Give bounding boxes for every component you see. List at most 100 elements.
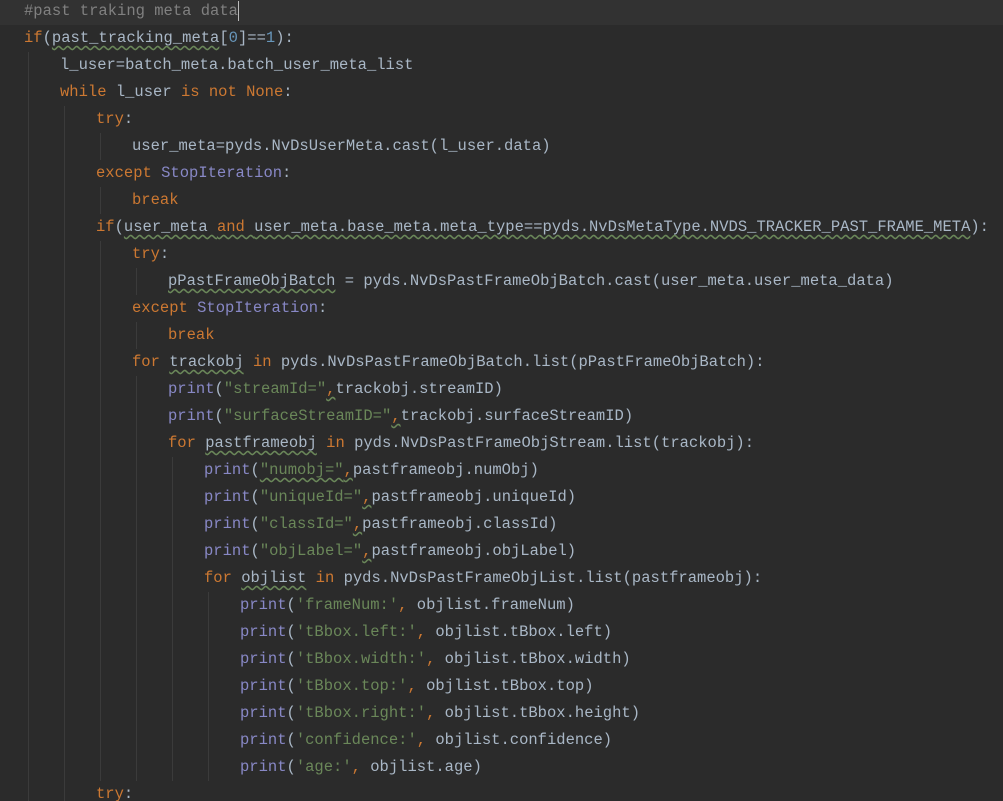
indent-guide xyxy=(208,592,209,619)
indent-guide xyxy=(172,484,173,511)
indent-guide xyxy=(100,322,101,349)
code-token: try xyxy=(132,245,160,263)
indent-guide xyxy=(28,187,29,214)
code-token: ( xyxy=(214,407,224,425)
code-line[interactable]: print('tBbox.top:', objlist.tBbox.top) xyxy=(0,673,1003,700)
code-line[interactable]: print('frameNum:', objlist.frameNum) xyxy=(0,592,1003,619)
indent-guide xyxy=(100,484,101,511)
indent-guide xyxy=(208,673,209,700)
code-token: objlist.tBbox.top) xyxy=(426,677,594,695)
code-line[interactable]: print('tBbox.left:', objlist.tBbox.left) xyxy=(0,619,1003,646)
code-token: ( xyxy=(286,650,296,668)
code-line[interactable]: print('tBbox.right:', objlist.tBbox.heig… xyxy=(0,700,1003,727)
indent-guide xyxy=(64,781,65,801)
code-token: try xyxy=(96,785,124,801)
code-token: except xyxy=(132,299,198,317)
indent-guide xyxy=(172,592,173,619)
indent-guide xyxy=(100,565,101,592)
code-text: except StopIteration: xyxy=(132,295,327,322)
code-token: , xyxy=(416,623,436,641)
code-line[interactable]: try: xyxy=(0,106,1003,133)
code-token: in xyxy=(316,434,355,452)
indent-guide xyxy=(64,241,65,268)
indent-guide xyxy=(136,484,137,511)
code-line[interactable]: l_user=batch_meta.batch_user_meta_list xyxy=(0,52,1003,79)
code-line[interactable]: except StopIteration: xyxy=(0,295,1003,322)
code-line[interactable]: try: xyxy=(0,781,1003,801)
indent-guide xyxy=(28,349,29,376)
code-line[interactable]: for trackobj in pyds.NvDsPastFrameObjBat… xyxy=(0,349,1003,376)
code-token: ( xyxy=(250,542,260,560)
code-text: print("classId=",pastframeobj.classId) xyxy=(204,511,558,538)
code-token: pyds.NvDsPastFrameObjBatch.list(pPastFra… xyxy=(280,353,765,371)
code-token: ): xyxy=(275,29,294,47)
code-line[interactable]: print("surfaceStreamID=",trackobj.surfac… xyxy=(0,403,1003,430)
indent-guide xyxy=(64,214,65,241)
indent-guide xyxy=(28,646,29,673)
code-line[interactable]: pPastFrameObjBatch = pyds.NvDsPastFrameO… xyxy=(0,268,1003,295)
indent-guide xyxy=(28,754,29,781)
indent-guide xyxy=(64,376,65,403)
code-line[interactable]: break xyxy=(0,322,1003,349)
indent-guide xyxy=(100,349,101,376)
code-line[interactable]: print('age:', objlist.age) xyxy=(0,754,1003,781)
code-token: 'tBbox.top:' xyxy=(295,677,408,695)
code-line[interactable]: #past traking meta data xyxy=(0,0,1003,25)
code-token: StopIteration xyxy=(197,299,319,317)
code-token: "streamId=" xyxy=(223,380,327,398)
code-token: 'age:' xyxy=(295,758,352,776)
code-token: print xyxy=(240,650,287,668)
code-text: print("surfaceStreamID=",trackobj.surfac… xyxy=(168,403,633,430)
code-token: trackobj.surfaceStreamID) xyxy=(400,407,634,425)
code-line[interactable]: user_meta=pyds.NvDsUserMeta.cast(l_user.… xyxy=(0,133,1003,160)
indent-guide xyxy=(28,619,29,646)
indent-guide xyxy=(64,403,65,430)
code-token: pyds.NvDsPastFrameObjStream.list(trackob… xyxy=(354,434,755,452)
code-token: if xyxy=(24,29,43,47)
code-token: , xyxy=(407,677,427,695)
code-token: , xyxy=(426,704,445,722)
code-text: print("streamId=",trackobj.streamID) xyxy=(168,376,503,403)
indent-guide xyxy=(136,430,137,457)
code-text: print("numobj=",pastframeobj.numObj) xyxy=(204,457,539,484)
code-token: for xyxy=(204,569,242,587)
code-token: objlist.tBbox.left) xyxy=(435,623,613,641)
code-line[interactable]: except StopIteration: xyxy=(0,160,1003,187)
code-line[interactable]: print("streamId=",trackobj.streamID) xyxy=(0,376,1003,403)
indent-guide xyxy=(28,700,29,727)
code-line[interactable]: for objlist in pyds.NvDsPastFrameObjList… xyxy=(0,565,1003,592)
code-line[interactable]: for pastframeobj in pyds.NvDsPastFrameOb… xyxy=(0,430,1003,457)
code-token: for xyxy=(132,353,170,371)
code-token: print xyxy=(240,758,287,776)
code-line[interactable]: while l_user is not None: xyxy=(0,79,1003,106)
indent-guide xyxy=(208,727,209,754)
code-text: if(user_meta and user_meta.base_meta.met… xyxy=(96,214,989,241)
code-text: if(past_tracking_meta[0]==1): xyxy=(24,25,294,52)
indent-guide xyxy=(28,565,29,592)
code-token: StopIteration xyxy=(161,164,283,182)
code-line[interactable]: print("classId=",pastframeobj.classId) xyxy=(0,511,1003,538)
code-token: objlist xyxy=(241,569,307,587)
code-token: l_user xyxy=(115,83,181,101)
code-line[interactable]: print('tBbox.width:', objlist.tBbox.widt… xyxy=(0,646,1003,673)
code-token: user_meta xyxy=(123,218,217,236)
code-line[interactable]: try: xyxy=(0,241,1003,268)
code-token: print xyxy=(204,542,251,560)
code-line[interactable]: if(user_meta and user_meta.base_meta.met… xyxy=(0,214,1003,241)
code-line[interactable]: print("uniqueId=",pastframeobj.uniqueId) xyxy=(0,484,1003,511)
code-token: print xyxy=(168,407,215,425)
code-token: objlist.tBbox.height) xyxy=(444,704,641,722)
code-editor[interactable]: #past traking meta data if(past_tracking_… xyxy=(0,0,1003,801)
code-line[interactable]: print("objLabel=",pastframeobj.objLabel) xyxy=(0,538,1003,565)
code-line[interactable]: if(past_tracking_meta[0]==1): xyxy=(0,25,1003,52)
code-text: for objlist in pyds.NvDsPastFrameObjList… xyxy=(204,565,762,592)
code-token: pastframeobj xyxy=(205,434,317,452)
code-line[interactable]: print('confidence:', objlist.confidence) xyxy=(0,727,1003,754)
code-token: ): xyxy=(970,218,989,236)
code-token: , xyxy=(352,515,363,533)
code-line[interactable]: print("numobj=",pastframeobj.numObj) xyxy=(0,457,1003,484)
code-line[interactable]: break xyxy=(0,187,1003,214)
indent-guide xyxy=(28,727,29,754)
code-text: print("objLabel=",pastframeobj.objLabel) xyxy=(204,538,576,565)
indent-guide xyxy=(64,430,65,457)
